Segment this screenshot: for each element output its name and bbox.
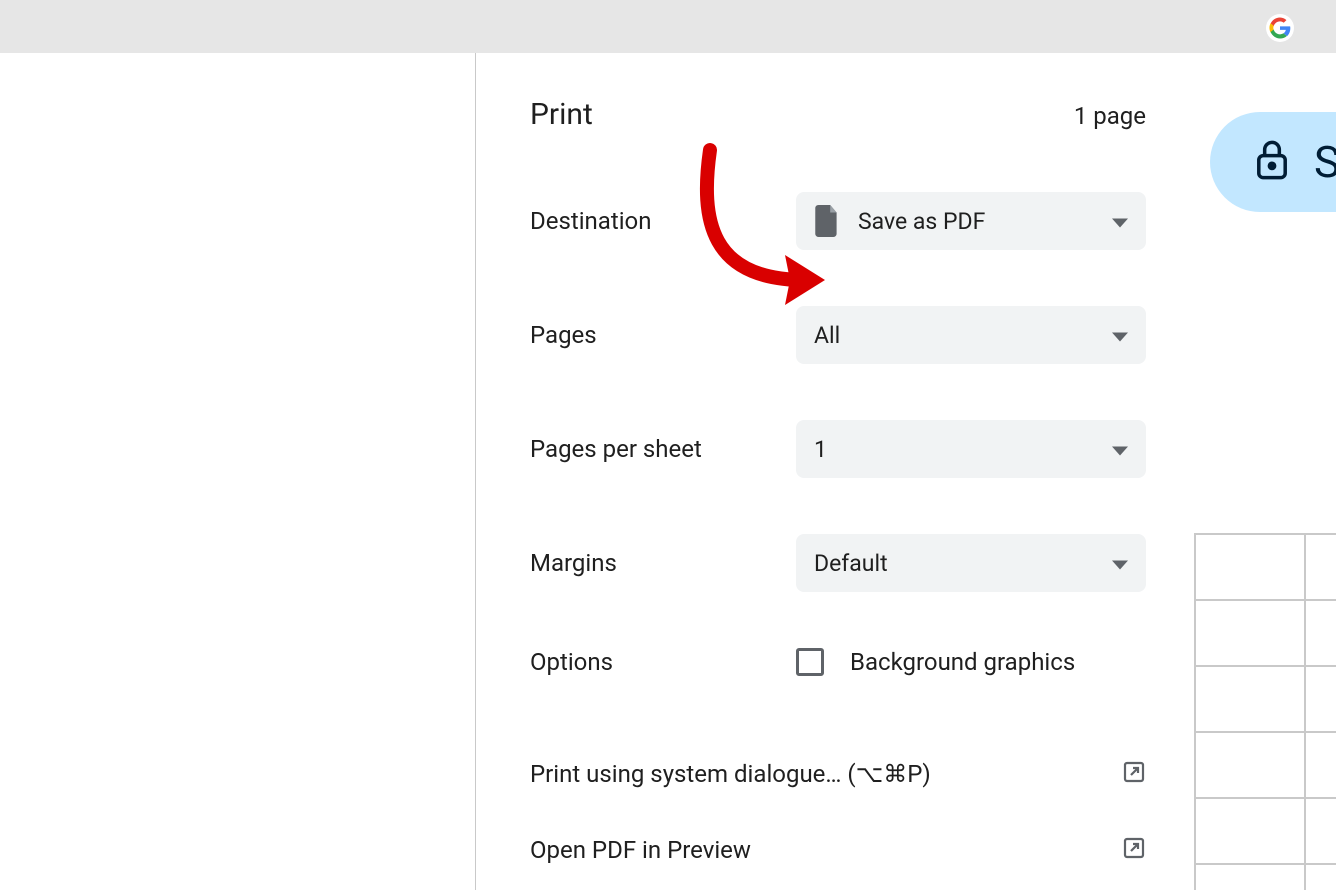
- destination-select[interactable]: Save as PDF: [796, 192, 1146, 250]
- spreadsheet-grid: [1194, 533, 1336, 890]
- destination-label: Destination: [530, 207, 796, 235]
- browser-toolbar: [0, 0, 1336, 53]
- google-logo-icon: [1266, 14, 1294, 42]
- open-in-preview-label: Open PDF in Preview: [530, 836, 751, 864]
- background-page: S: [1194, 53, 1336, 890]
- external-link-icon: [1122, 836, 1146, 864]
- print-preview-pane: [0, 53, 476, 890]
- options-label: Options: [530, 648, 796, 676]
- margins-select[interactable]: Default: [796, 534, 1146, 592]
- system-dialog-link[interactable]: Print using system dialogue… (⌥⌘P): [530, 760, 1146, 788]
- dialog-title: Print: [530, 97, 593, 132]
- open-in-preview-link[interactable]: Open PDF in Preview: [530, 836, 1146, 864]
- system-dialog-label: Print using system dialogue… (⌥⌘P): [530, 760, 931, 788]
- background-graphics-label: Background graphics: [850, 648, 1075, 676]
- print-settings-panel: Print 1 page Destination Save as PDF Pag…: [476, 53, 1194, 890]
- destination-value: Save as PDF: [858, 208, 985, 235]
- chevron-down-icon: [1112, 322, 1128, 349]
- pages-per-sheet-value: 1: [814, 436, 827, 463]
- file-icon: [814, 205, 840, 237]
- chevron-down-icon: [1112, 208, 1128, 235]
- pages-per-sheet-label: Pages per sheet: [530, 435, 796, 463]
- pages-value: All: [814, 322, 840, 349]
- lock-icon: [1254, 138, 1290, 186]
- share-button[interactable]: S: [1210, 112, 1336, 212]
- pages-select[interactable]: All: [796, 306, 1146, 364]
- external-link-icon: [1122, 760, 1146, 788]
- margins-value: Default: [814, 550, 888, 577]
- page-count: 1 page: [1074, 102, 1146, 130]
- background-graphics-checkbox[interactable]: [796, 648, 824, 676]
- share-button-label: S: [1314, 136, 1336, 188]
- pages-per-sheet-select[interactable]: 1: [796, 420, 1146, 478]
- pages-label: Pages: [530, 321, 796, 349]
- margins-label: Margins: [530, 549, 796, 577]
- chevron-down-icon: [1112, 436, 1128, 463]
- chevron-down-icon: [1112, 550, 1128, 577]
